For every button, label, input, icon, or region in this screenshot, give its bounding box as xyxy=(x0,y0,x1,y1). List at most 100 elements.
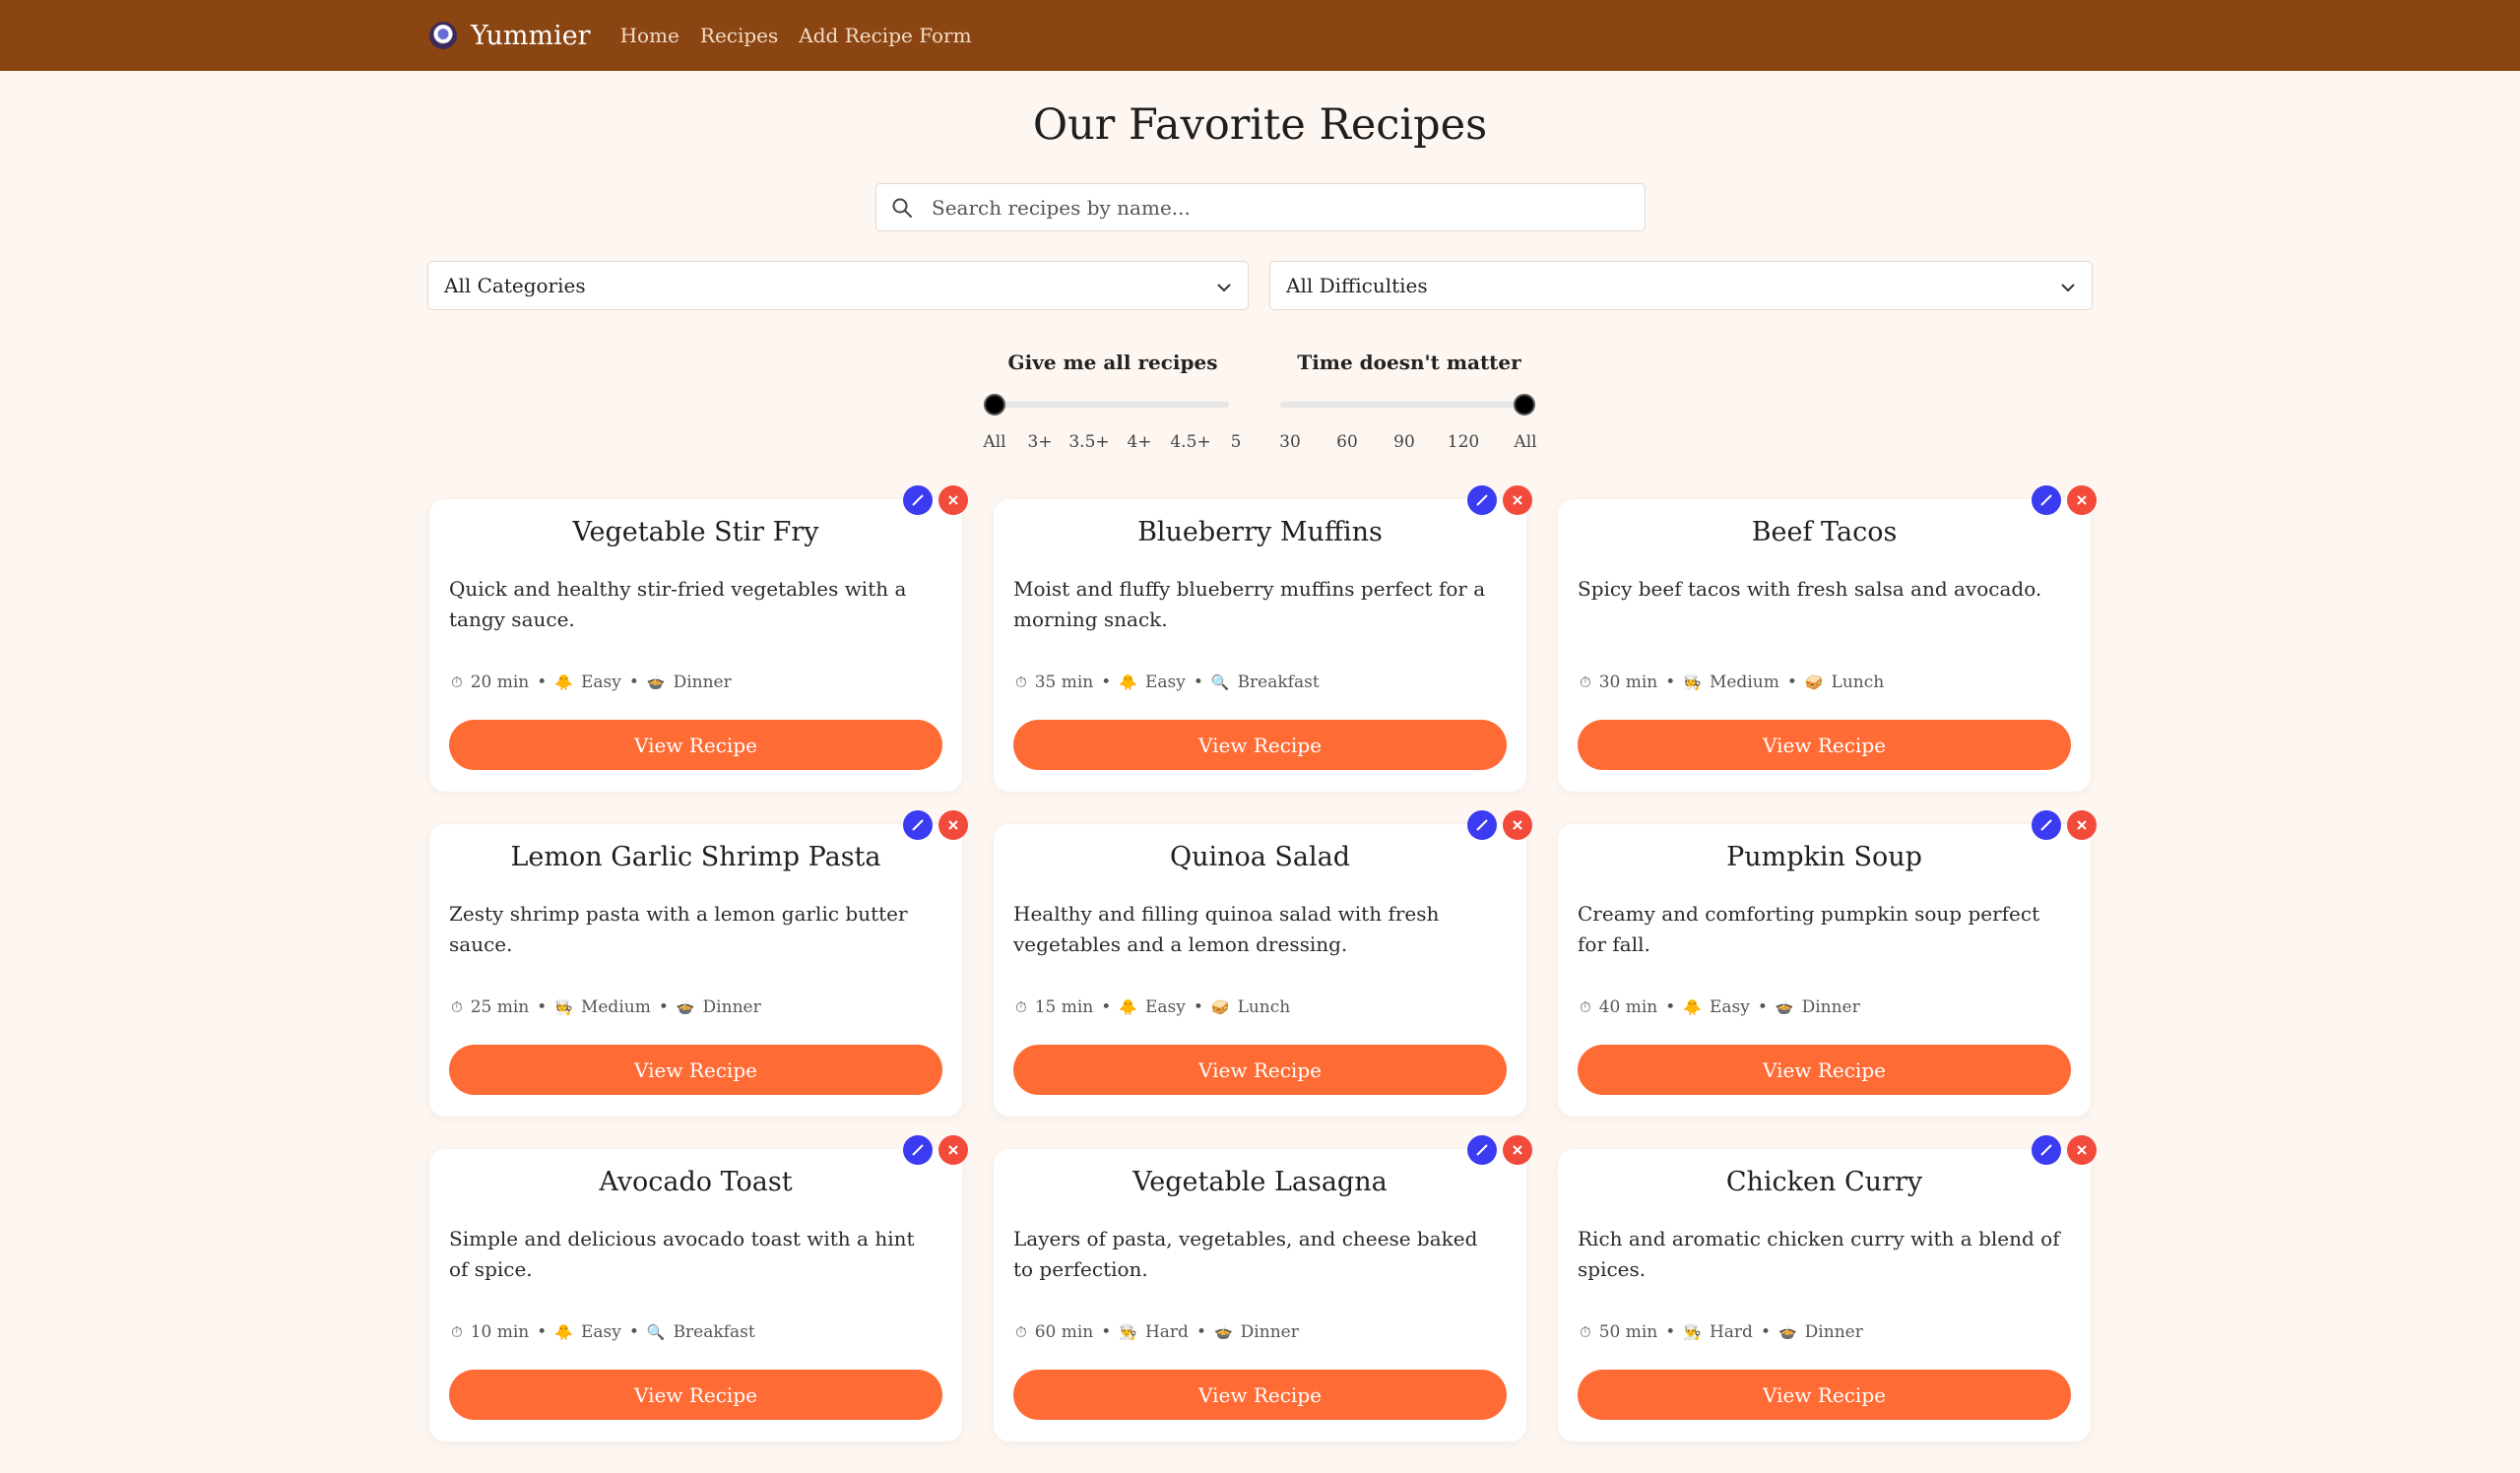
baby-chick-icon: 🐥 xyxy=(1119,673,1137,691)
delete-recipe-button[interactable] xyxy=(938,1135,968,1165)
recipe-description: Layers of pasta, vegetables, and cheese … xyxy=(1013,1227,1478,1281)
delete-recipe-button[interactable] xyxy=(2067,1135,2097,1165)
delete-recipe-button[interactable] xyxy=(938,810,968,840)
category-select-value: All Categories xyxy=(444,274,586,297)
recipe-card: Vegetable Lasagna Layers of pasta, veget… xyxy=(994,1135,1532,1441)
recipe-card: Lemon Garlic Shrimp Pasta Zesty shrimp p… xyxy=(429,810,968,1117)
pencil-icon xyxy=(1476,819,1488,831)
nav-link-recipes[interactable]: Recipes xyxy=(700,24,778,47)
view-recipe-button[interactable]: View Recipe xyxy=(1578,1045,2071,1095)
pencil-icon xyxy=(2040,819,2052,831)
recipe-description: Spicy beef tacos with fresh salsa and av… xyxy=(1578,577,2042,601)
recipe-title: Beef Tacos xyxy=(1751,517,1898,547)
chef-icon: 👨‍🍳 xyxy=(1119,1323,1137,1341)
difficulty-select[interactable]: All Difficulties xyxy=(1269,261,2093,310)
stopwatch-icon: ⏱ xyxy=(1015,1323,1027,1341)
nav-link-home[interactable]: Home xyxy=(620,24,679,47)
time-tick: 60 xyxy=(1336,432,1358,452)
time-tick: 120 xyxy=(1447,432,1480,452)
rating-slider-track[interactable] xyxy=(995,402,1229,408)
close-icon xyxy=(1513,820,1522,830)
view-recipe-button[interactable]: View Recipe xyxy=(1578,1370,2071,1420)
dinner-plate-icon: 🍲 xyxy=(1213,1323,1233,1341)
recipe-card: Blueberry Muffins Moist and fluffy blueb… xyxy=(994,485,1532,792)
view-recipe-button[interactable]: View Recipe xyxy=(449,720,942,770)
close-icon xyxy=(1513,1145,1522,1155)
dinner-plate-icon: 🍲 xyxy=(676,998,695,1016)
recipe-title: Vegetable Lasagna xyxy=(1132,1167,1388,1197)
close-icon xyxy=(948,1145,958,1155)
recipe-meta: ⏱ 60 min • 👨‍🍳 Hard • 🍲 Dinner xyxy=(1015,1322,1299,1342)
edit-recipe-button[interactable] xyxy=(2032,1135,2061,1165)
pencil-icon xyxy=(912,819,924,831)
recipe-time: 40 min xyxy=(1598,997,1658,1017)
close-icon xyxy=(948,495,958,505)
edit-recipe-button[interactable] xyxy=(1467,1135,1497,1165)
dinner-plate-icon: 🍲 xyxy=(646,673,666,691)
edit-recipe-button[interactable] xyxy=(903,810,933,840)
view-recipe-button[interactable]: View Recipe xyxy=(1013,1370,1507,1420)
delete-recipe-button[interactable] xyxy=(938,485,968,515)
top-navbar: Yummier Home Recipes Add Recipe Form xyxy=(0,0,2520,71)
recipe-title: Avocado Toast xyxy=(599,1167,793,1197)
edit-recipe-button[interactable] xyxy=(903,1135,933,1165)
recipe-difficulty: Hard xyxy=(1144,1322,1189,1342)
recipe-title: Chicken Curry xyxy=(1725,1167,1923,1197)
recipe-description: Healthy and filling quinoa salad with fr… xyxy=(1013,902,1440,956)
recipe-meta: ⏱ 30 min • 🧑‍🍳 Medium • 🥪 Lunch xyxy=(1580,672,1885,692)
dinner-plate-icon: 🍲 xyxy=(1775,998,1794,1016)
cook-icon: 🧑‍🍳 xyxy=(1683,673,1702,691)
close-icon xyxy=(2077,820,2087,830)
recipe-time: 15 min xyxy=(1034,997,1094,1017)
time-slider-handle[interactable] xyxy=(1514,394,1535,416)
recipe-card: Vegetable Stir Fry Quick and healthy sti… xyxy=(429,485,968,792)
close-icon xyxy=(2077,495,2087,505)
baby-chick-icon: 🐥 xyxy=(1119,998,1137,1016)
delete-recipe-button[interactable] xyxy=(1503,1135,1532,1165)
edit-recipe-button[interactable] xyxy=(2032,485,2061,515)
category-select[interactable]: All Categories xyxy=(427,261,1249,310)
stopwatch-icon: ⏱ xyxy=(1015,673,1027,691)
close-icon xyxy=(1513,495,1522,505)
view-recipe-button[interactable]: View Recipe xyxy=(1013,1045,1507,1095)
edit-recipe-button[interactable] xyxy=(2032,810,2061,840)
view-recipe-button[interactable]: View Recipe xyxy=(1013,720,1507,770)
rating-tick: 3+ xyxy=(1027,432,1053,452)
recipe-category: Dinner xyxy=(1804,1322,1863,1342)
delete-recipe-button[interactable] xyxy=(1503,485,1532,515)
pencil-icon xyxy=(1476,494,1488,506)
recipe-meta: ⏱ 50 min • 👨‍🍳 Hard • 🍲 Dinner xyxy=(1580,1322,1863,1342)
search-input[interactable] xyxy=(928,184,1645,230)
brand[interactable]: Yummier xyxy=(429,21,591,51)
time-slider-track[interactable] xyxy=(1280,402,1530,408)
recipe-category: Dinner xyxy=(673,672,732,692)
time-tick: 30 xyxy=(1279,432,1301,452)
stopwatch-icon: ⏱ xyxy=(451,673,463,691)
edit-recipe-button[interactable] xyxy=(1467,810,1497,840)
view-recipe-button[interactable]: View Recipe xyxy=(1578,720,2071,770)
recipe-difficulty: Medium xyxy=(580,997,651,1017)
difficulty-select-value: All Difficulties xyxy=(1286,274,1428,297)
delete-recipe-button[interactable] xyxy=(2067,485,2097,515)
recipe-meta: ⏱ 40 min • 🐥 Easy • 🍲 Dinner xyxy=(1580,997,1860,1017)
recipe-difficulty: Medium xyxy=(1709,672,1779,692)
chef-icon: 👨‍🍳 xyxy=(1683,1323,1702,1341)
delete-recipe-button[interactable] xyxy=(2067,810,2097,840)
cook-icon: 🧑‍🍳 xyxy=(554,998,573,1016)
rating-slider-handle[interactable] xyxy=(984,394,1005,416)
edit-recipe-button[interactable] xyxy=(1467,485,1497,515)
view-recipe-button[interactable]: View Recipe xyxy=(449,1370,942,1420)
stopwatch-icon: ⏱ xyxy=(1580,673,1591,691)
recipe-card: Pumpkin Soup Creamy and comforting pumpk… xyxy=(1558,810,2097,1117)
time-slider-label: Time doesn't matter xyxy=(1297,351,1521,374)
edit-recipe-button[interactable] xyxy=(903,485,933,515)
nav-link-add-recipe-form[interactable]: Add Recipe Form xyxy=(799,24,971,47)
recipe-meta: ⏱ 10 min • 🐥 Easy • 🔍 Breakfast xyxy=(451,1322,755,1342)
rating-tick: 3.5+ xyxy=(1068,432,1110,452)
chevron-down-icon xyxy=(2060,274,2076,297)
sandwich-icon: 🥪 xyxy=(1804,673,1824,691)
view-recipe-button[interactable]: View Recipe xyxy=(449,1045,942,1095)
delete-recipe-button[interactable] xyxy=(1503,810,1532,840)
recipe-difficulty: Easy xyxy=(1144,672,1186,692)
recipe-description: Rich and aromatic chicken curry with a b… xyxy=(1578,1227,2060,1281)
